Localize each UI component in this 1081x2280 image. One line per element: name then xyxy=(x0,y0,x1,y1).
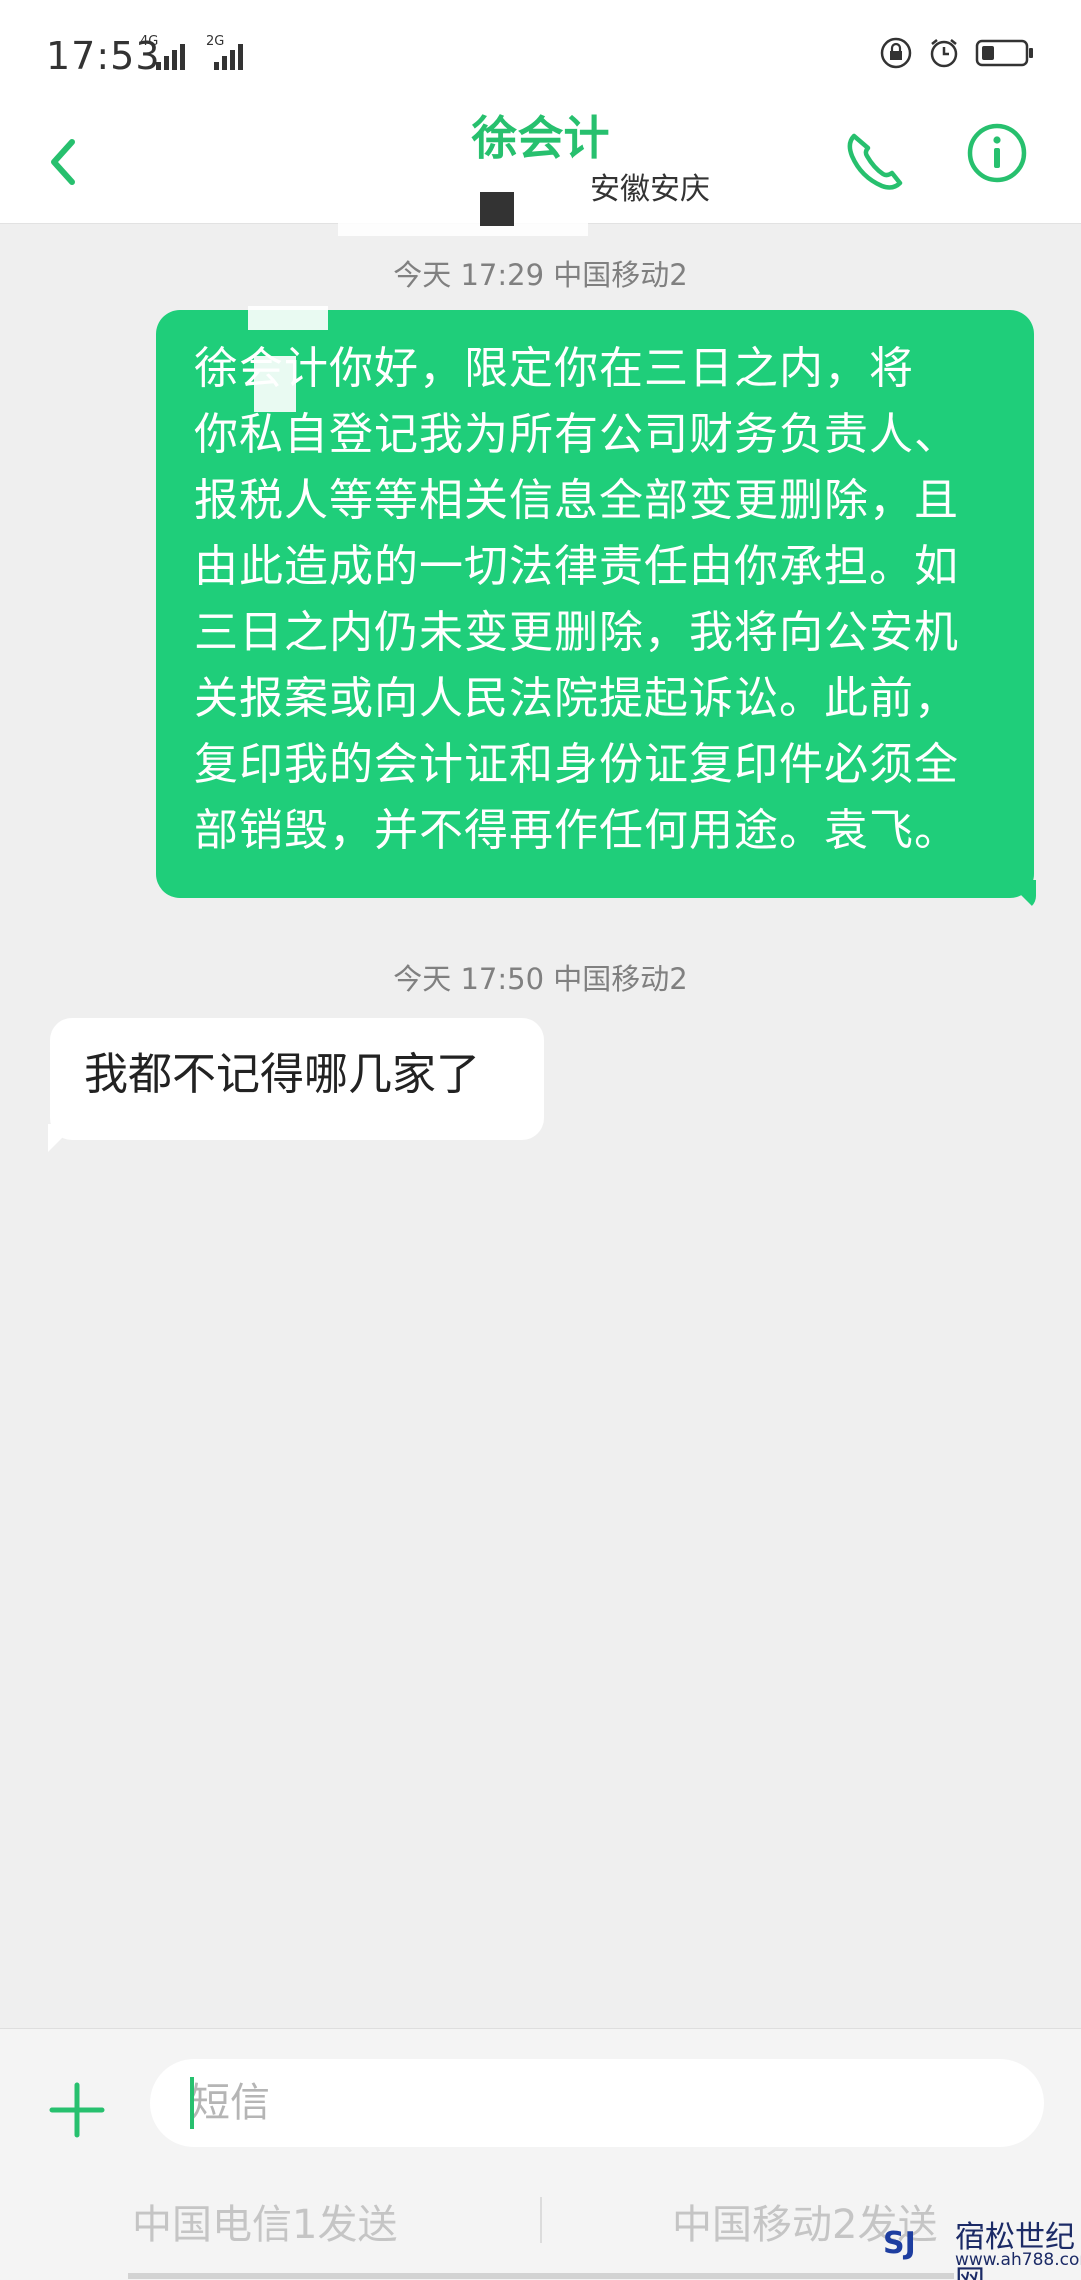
redaction-mark xyxy=(254,356,296,412)
message-line: 三日之内仍未变更删除，我将向公安机 xyxy=(194,607,959,658)
bubble-tail xyxy=(48,1124,76,1152)
sms-input[interactable] xyxy=(150,2059,1044,2147)
alarm-icon xyxy=(927,36,961,74)
message-line: 徐会计你好，限定你在三日之内，将 xyxy=(194,343,914,394)
navigation-bar xyxy=(128,2273,954,2279)
message-line: 报税人等等相关信息全部变更删除，且 xyxy=(194,475,959,526)
plus-icon xyxy=(49,2082,105,2138)
signal-sim2-icon: 2G xyxy=(206,34,252,70)
info-button[interactable] xyxy=(966,122,1028,184)
redaction-block xyxy=(480,192,514,226)
send-sim1-button[interactable]: 中国电信1发送 xyxy=(132,2191,397,2251)
message-timestamp: 今天 17:50 中国移动2 xyxy=(393,962,688,996)
message-line: 部销毁，并不得再作任何用途。袁飞。 xyxy=(194,805,959,856)
contact-name[interactable]: 徐会计 xyxy=(0,102,1081,168)
bubble-tail xyxy=(1006,880,1036,910)
incoming-message-bubble[interactable]: 我都不记得哪几家了 xyxy=(48,1018,544,1152)
send-divider xyxy=(540,2197,542,2243)
message-line: 你私自登记我为所有公司财务负责人、 xyxy=(194,409,959,460)
phone-icon xyxy=(847,133,903,190)
watermark-logo: SJ xyxy=(883,2226,916,2261)
signal-sim1-icon: 4G xyxy=(140,34,196,70)
conversation-header: 徐会计 安徽安庆 xyxy=(0,110,1081,236)
watermark-url: www.ah788.com xyxy=(955,2250,1081,2270)
status-bar: 17:53 4G 2G xyxy=(0,0,1081,110)
call-button[interactable] xyxy=(840,122,906,194)
message-line: 关报案或向人民法院提起诉讼。此前， xyxy=(194,673,959,724)
redaction-mark xyxy=(248,306,328,330)
redaction-mark xyxy=(338,196,588,236)
lock-rotation-icon xyxy=(879,36,913,74)
message-timestamp: 今天 17:29 中国移动2 xyxy=(393,258,688,292)
battery-icon xyxy=(975,38,1035,72)
contact-location: 安徽安庆 xyxy=(590,172,710,207)
text-cursor xyxy=(190,2077,194,2129)
add-attachment-button[interactable] xyxy=(48,2081,106,2139)
watermark: SJ 宿松世纪网 www.ah788.com xyxy=(871,2210,1081,2280)
message-line: 由此造成的一切法律责任由你承担。如 xyxy=(194,541,959,592)
message-line: 复印我的会计证和身份证复印件必须全 xyxy=(194,739,959,790)
info-icon xyxy=(967,123,1027,183)
message-text: 我都不记得哪几家了 xyxy=(84,1049,480,1100)
